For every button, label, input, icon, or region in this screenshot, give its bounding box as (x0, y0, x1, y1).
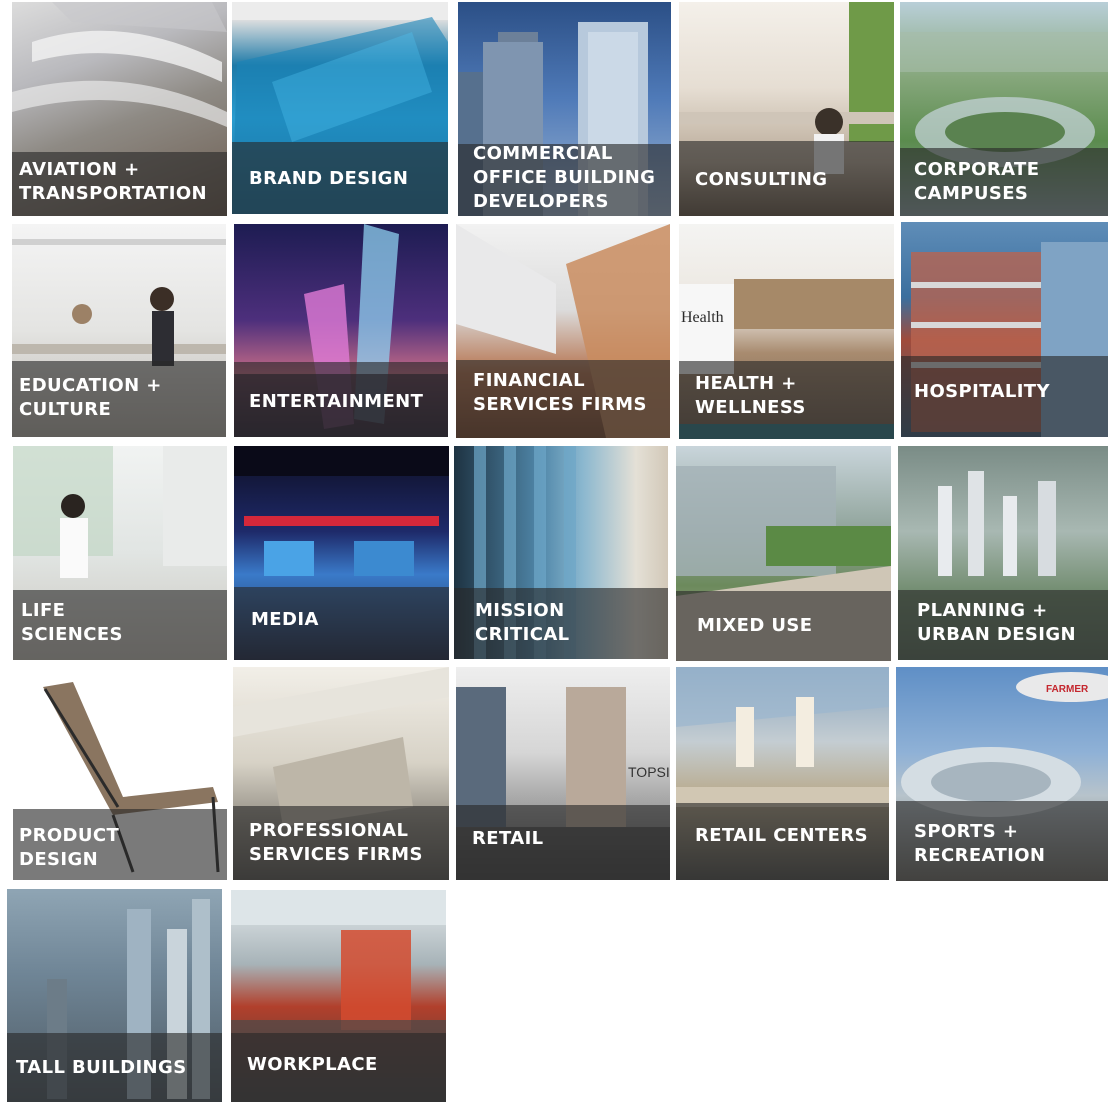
tile-label: AVIATION + TRANSPORTATION (19, 159, 207, 204)
tile-mission-critical[interactable]: MISSION CRITICAL (454, 446, 668, 659)
tile-label: HOSPITALITY (914, 381, 1050, 402)
tile-entertainment[interactable]: ENTERTAINMENT (234, 224, 448, 437)
tile-mixed-use[interactable]: MIXED USE (676, 446, 891, 661)
tile-label: SPORTS + RECREATION (914, 821, 1046, 866)
tile-corporate-campuses[interactable]: CORPORATE CAMPUSES (900, 2, 1108, 216)
tile-commercial-office[interactable]: COMMERCIAL OFFICE BUILDING DEVELOPERS (458, 2, 671, 216)
tile-label: LIFE SCIENCES (21, 600, 123, 645)
tile-label: TALL BUILDINGS (16, 1057, 187, 1078)
tile-label: PRODUCT DESIGN (19, 825, 120, 870)
tile-label: CONSULTING (695, 169, 828, 190)
tile-consulting[interactable]: CONSULTING (679, 2, 894, 216)
tile-label: MIXED USE (697, 615, 813, 636)
svg-text:TOPSI: TOPSI (628, 764, 670, 780)
tile-life-sciences[interactable]: LIFE SCIENCES (13, 446, 227, 660)
tile-label: ENTERTAINMENT (249, 391, 424, 412)
tile-product-design[interactable]: PRODUCT DESIGN (13, 667, 227, 880)
tile-label: PROFESSIONAL SERVICES FIRMS (249, 820, 423, 865)
tile-brand-design[interactable]: BRAND DESIGN (232, 2, 448, 214)
tile-label: WORKPLACE (247, 1054, 378, 1075)
tile-retail-centers[interactable]: RETAIL CENTERS (676, 667, 889, 880)
tile-aviation-transportation[interactable]: AVIATION + TRANSPORTATION (12, 2, 227, 216)
tile-sports-recreation[interactable]: FARMER SPORTS + RECREATION (896, 667, 1108, 881)
tile-workplace[interactable]: WORKPLACE (231, 890, 446, 1102)
svg-text:FARMER: FARMER (1046, 684, 1089, 695)
tile-media[interactable]: MEDIA (234, 446, 449, 660)
tile-financial-services[interactable]: FINANCIAL SERVICES FIRMS (456, 224, 670, 438)
tile-hospitality[interactable]: HOSPITALITY (901, 222, 1108, 437)
tile-professional-services[interactable]: PROFESSIONAL SERVICES FIRMS (233, 667, 449, 880)
tile-retail[interactable]: TOPSI RETAIL (456, 667, 670, 880)
tile-label: PLANNING + URBAN DESIGN (917, 600, 1076, 645)
tile-health-wellness[interactable]: Health HEALTH + WELLNESS (679, 224, 894, 439)
tile-label: EDUCATION + CULTURE (19, 375, 162, 420)
tile-label: BRAND DESIGN (249, 168, 409, 189)
tile-education-culture[interactable]: EDUCATION + CULTURE (12, 224, 226, 437)
tile-label: COMMERCIAL OFFICE BUILDING DEVELOPERS (473, 143, 656, 212)
tile-label: MISSION CRITICAL (475, 600, 570, 645)
tile-label: RETAIL (472, 828, 544, 849)
tile-label: CORPORATE CAMPUSES (914, 159, 1040, 204)
tile-label: MEDIA (251, 609, 319, 630)
tile-label: RETAIL CENTERS (695, 825, 868, 846)
svg-text:Health: Health (681, 309, 724, 326)
tile-tall-buildings[interactable]: TALL BUILDINGS (7, 889, 222, 1102)
tile-label: HEALTH + WELLNESS (695, 373, 806, 418)
tile-label: FINANCIAL SERVICES FIRMS (473, 370, 647, 415)
tile-planning-urban-design[interactable]: PLANNING + URBAN DESIGN (898, 446, 1108, 660)
